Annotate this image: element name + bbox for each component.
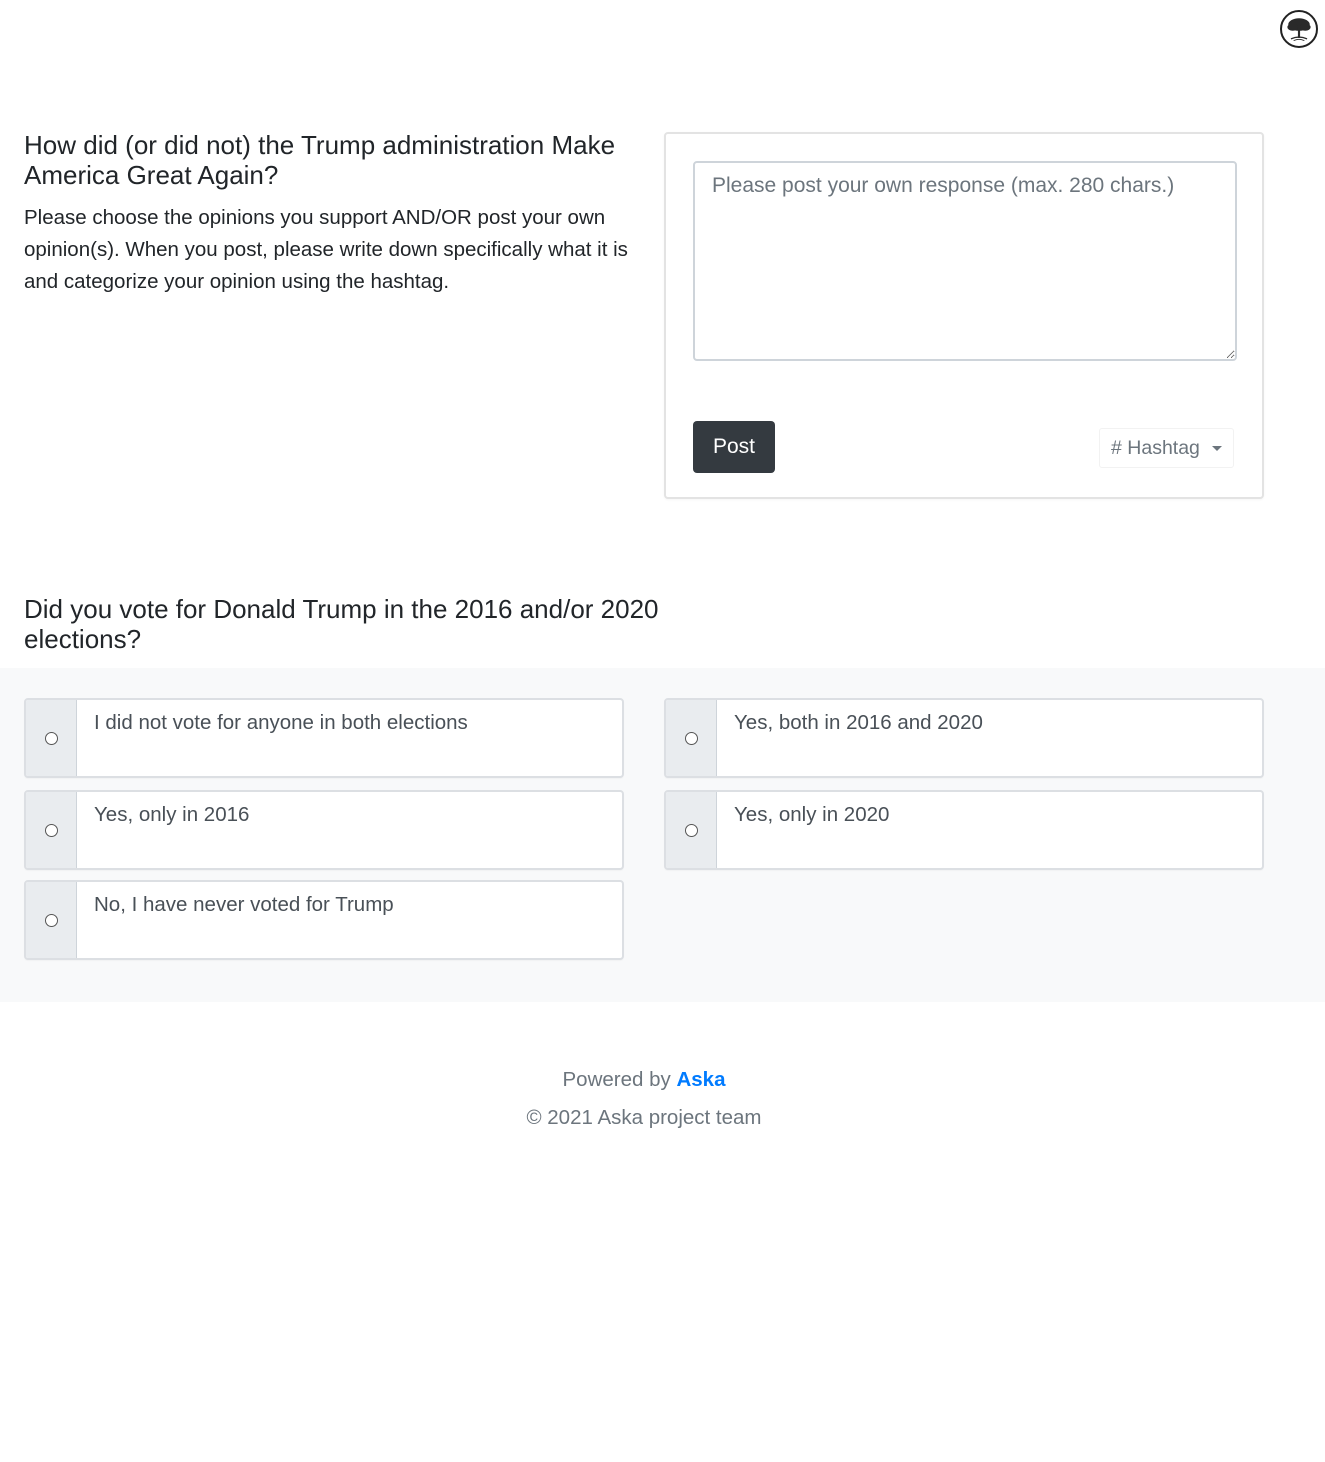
radio-button[interactable] xyxy=(44,913,58,927)
radio-cell xyxy=(666,700,717,776)
post-button[interactable]: Post xyxy=(693,421,775,473)
hashtag-label: # Hashtag xyxy=(1111,436,1200,459)
radio-cell xyxy=(666,792,717,868)
radio-cell xyxy=(26,882,77,958)
poll-option[interactable]: I did not vote for anyone in both electi… xyxy=(24,698,624,778)
tree-logo-icon xyxy=(1283,13,1315,45)
radio-button[interactable] xyxy=(44,731,58,745)
caret-down-icon xyxy=(1211,445,1222,451)
poll-option[interactable]: Yes, both in 2016 and 2020 xyxy=(664,698,1264,778)
radio-button[interactable] xyxy=(684,823,698,837)
poll-option[interactable]: No, I have never voted for Trump xyxy=(24,880,624,960)
poll-option[interactable]: Yes, only in 2016 xyxy=(24,790,624,870)
radio-button[interactable] xyxy=(44,823,58,837)
poll-option-label: No, I have never voted for Trump xyxy=(94,893,394,916)
radio-cell xyxy=(26,792,77,868)
radio-button[interactable] xyxy=(684,731,698,745)
question-description: Please choose the opinions you support A… xyxy=(24,206,628,293)
aska-link[interactable]: Aska xyxy=(676,1068,725,1091)
hashtag-dropdown[interactable]: # Hashtag xyxy=(1099,428,1234,468)
poll-question-title: Did you vote for Donald Trump in the 201… xyxy=(24,594,659,654)
response-input[interactable] xyxy=(693,161,1237,361)
post-response-card: Post # Hashtag xyxy=(664,132,1264,499)
poll-option-label: Yes, only in 2016 xyxy=(94,803,250,826)
radio-cell xyxy=(26,700,77,776)
poll-option-label: I did not vote for anyone in both electi… xyxy=(94,711,468,734)
poll-option[interactable]: Yes, only in 2020 xyxy=(664,790,1264,870)
footer-powered-by: Powered by Aska xyxy=(0,1068,1288,1092)
poll-option-label: Yes, both in 2016 and 2020 xyxy=(734,711,983,734)
avatar[interactable] xyxy=(1280,10,1318,48)
poll-option-label: Yes, only in 2020 xyxy=(734,803,890,826)
footer-copyright: © 2021 Aska project team xyxy=(526,1106,762,1129)
question-title: How did (or did not) the Trump administr… xyxy=(24,130,616,190)
powered-by-text: Powered by xyxy=(562,1068,671,1091)
